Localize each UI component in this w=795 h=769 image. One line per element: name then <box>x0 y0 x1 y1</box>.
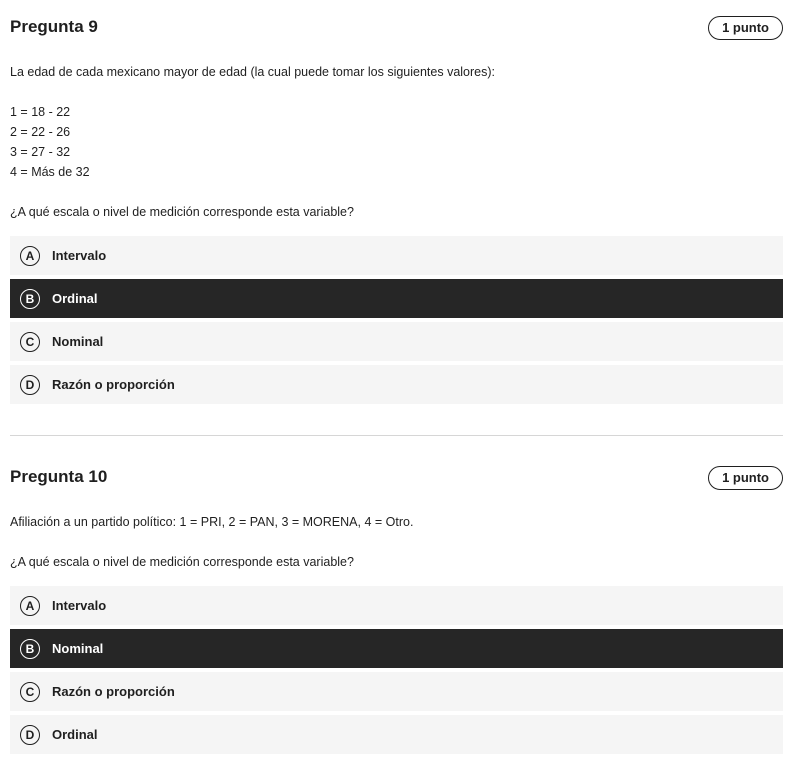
option-label: Intervalo <box>52 248 107 263</box>
option-letter: C <box>20 331 40 352</box>
question-divider <box>10 435 783 436</box>
value-item: 2 = 22 - 26 <box>10 125 71 139</box>
answer-options: A Intervalo B Nominal C Razón o proporci… <box>10 586 783 758</box>
question-title: Pregunta 9 <box>10 17 98 36</box>
values-list: 1 = 18 - 22 2 = 22 - 26 3 = 27 - 32 4 = … <box>10 102 90 182</box>
option-letter: A <box>20 595 40 616</box>
option-label: Intervalo <box>52 598 107 613</box>
option-letter: D <box>20 724 40 745</box>
question-title: Pregunta 10 <box>10 467 108 486</box>
option-letter: B <box>20 638 40 659</box>
option-d[interactable]: D Ordinal <box>10 715 783 754</box>
points-badge: 1 punto <box>708 466 783 490</box>
option-label: Razón o proporción <box>52 377 175 392</box>
option-letter: D <box>20 374 40 395</box>
option-d[interactable]: D Razón o proporción <box>10 365 783 404</box>
option-label: Ordinal <box>52 291 98 306</box>
option-label: Nominal <box>52 641 104 656</box>
option-c[interactable]: C Nominal <box>10 322 783 361</box>
option-letter: B <box>20 288 40 309</box>
option-a[interactable]: A Intervalo <box>10 236 783 275</box>
points-badge: 1 punto <box>708 16 783 40</box>
value-item: 3 = 27 - 32 <box>10 145 71 159</box>
question-text: ¿A qué escala o nivel de medición corres… <box>10 555 354 569</box>
answer-options: A Intervalo B Ordinal C Nominal D Razón … <box>10 236 783 408</box>
option-b[interactable]: B Ordinal <box>10 279 783 318</box>
option-a[interactable]: A Intervalo <box>10 586 783 625</box>
option-letter: C <box>20 681 40 702</box>
value-item: 4 = Más de 32 <box>10 165 90 179</box>
question-text: ¿A qué escala o nivel de medición corres… <box>10 205 354 219</box>
question-prompt: Afiliación a un partido político: 1 = PR… <box>10 515 414 529</box>
option-label: Nominal <box>52 334 104 349</box>
option-b[interactable]: B Nominal <box>10 629 783 668</box>
value-item: 1 = 18 - 22 <box>10 105 71 119</box>
option-label: Ordinal <box>52 727 98 742</box>
option-label: Razón o proporción <box>52 684 175 699</box>
option-c[interactable]: C Razón o proporción <box>10 672 783 711</box>
option-letter: A <box>20 245 40 266</box>
question-prompt: La edad de cada mexicano mayor de edad (… <box>10 65 496 79</box>
